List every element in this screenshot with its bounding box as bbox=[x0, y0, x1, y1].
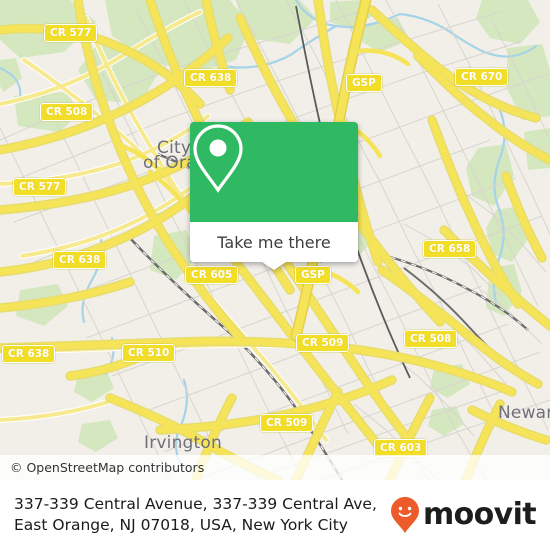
road-shield[interactable]: CR 638 bbox=[184, 69, 238, 87]
map-canvas[interactable]: City of Orange Irvington Newark CR 577 C… bbox=[0, 0, 550, 480]
road-shield[interactable]: CR 508 bbox=[404, 330, 458, 348]
map-attribution: © OpenStreetMap contributors bbox=[0, 455, 550, 480]
take-me-there-label: Take me there bbox=[217, 232, 331, 252]
moovit-location-card: City of Orange Irvington Newark CR 577 C… bbox=[0, 0, 550, 550]
road-shield[interactable]: CR 508 bbox=[40, 103, 94, 121]
road-shield[interactable]: CR 638 bbox=[53, 251, 107, 269]
road-shield[interactable]: CR 509 bbox=[260, 414, 314, 432]
road-shield[interactable]: GSP bbox=[295, 266, 331, 284]
moovit-smiley-pin-icon bbox=[390, 497, 419, 533]
road-shield[interactable]: CR 577 bbox=[44, 24, 98, 42]
road-shield[interactable]: CR 509 bbox=[296, 334, 350, 352]
road-shield[interactable]: GSP bbox=[346, 74, 382, 92]
callout-tail bbox=[262, 262, 286, 270]
road-shield[interactable]: CR 638 bbox=[2, 345, 56, 363]
moovit-wordmark: moovit bbox=[422, 497, 537, 532]
road-shield[interactable]: CR 658 bbox=[423, 240, 477, 258]
road-shield[interactable]: CR 670 bbox=[455, 68, 509, 86]
callout-illustration bbox=[190, 122, 358, 222]
moovit-logo[interactable]: moovit bbox=[390, 496, 537, 534]
take-me-there-button[interactable]: Take me there bbox=[190, 222, 358, 262]
road-shield[interactable]: CR 510 bbox=[122, 344, 176, 362]
footer-bar: 337-339 Central Avenue, 337-339 Central … bbox=[0, 480, 550, 550]
road-shield[interactable]: CR 605 bbox=[185, 266, 239, 284]
road-shield[interactable]: CR 577 bbox=[13, 178, 67, 196]
attribution-text: © OpenStreetMap contributors bbox=[10, 460, 205, 475]
location-callout-card: Take me there bbox=[190, 122, 358, 270]
map-pin-icon bbox=[193, 124, 243, 193]
address-text: 337-339 Central Avenue, 337-339 Central … bbox=[14, 495, 377, 534]
